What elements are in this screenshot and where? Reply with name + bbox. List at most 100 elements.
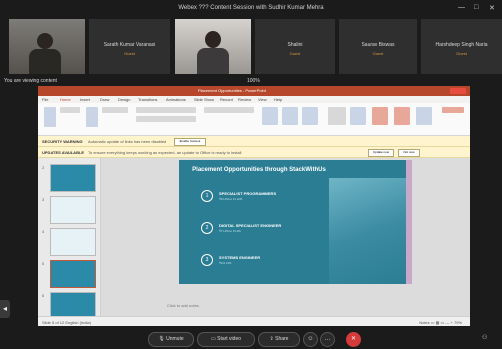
enable-content-button[interactable]: Enable Content <box>174 138 206 146</box>
share-label: Share <box>275 336 289 342</box>
paragraph-group[interactable] <box>204 107 254 113</box>
slide-thumbnails: 2 3 4 5 6 <box>38 158 101 320</box>
find-button[interactable] <box>328 107 346 125</box>
share-label: You are viewing content <box>4 78 57 84</box>
notice-text: Automatic update of links has been disab… <box>88 139 167 144</box>
tab-review[interactable]: Review <box>238 97 251 102</box>
side-panel-handle-icon[interactable]: ◂ <box>0 300 10 318</box>
tab-view[interactable]: View <box>258 97 267 102</box>
slide-count: Slide 5 of 12 English (India) <box>42 320 91 325</box>
tab-transitions[interactable]: Transitions <box>138 97 157 102</box>
meeting-title: Webex ??? Content Session with Sudhir Ku… <box>178 5 324 11</box>
font-group[interactable] <box>136 107 196 113</box>
tab-slide-show[interactable]: Slide Show <box>194 97 214 102</box>
reactions-icon[interactable]: ☺ <box>303 332 318 347</box>
ribbon-tabs: File Home Insert Draw Design Transitions… <box>38 96 470 103</box>
slide-thumbnail-selected[interactable]: 5 <box>42 260 96 288</box>
addins-button[interactable] <box>394 107 410 125</box>
option-sub: ₹9 LPA to 11 LPA <box>219 197 243 201</box>
slide-thumbnail[interactable]: 2 <box>42 164 96 192</box>
participant-role: Guest <box>456 51 467 56</box>
participant-name: Sarath Kumar Varanasi <box>103 42 156 48</box>
start-video-label: Start video <box>217 336 242 342</box>
notice-text: To ensure everything keeps working as ex… <box>88 150 242 155</box>
participant-name: Saurav Biswas <box>361 42 395 48</box>
slides-group[interactable] <box>102 107 128 113</box>
slide-thumbnail[interactable]: 3 <box>42 196 96 224</box>
dictate-button[interactable] <box>350 107 366 125</box>
ppt-title: Placement Opportunities - PowerPoint <box>198 88 266 93</box>
update-now-button[interactable]: Update now <box>368 149 394 157</box>
not-now-button[interactable]: Not now <box>398 149 420 157</box>
participant-name: Shalini <box>287 42 303 48</box>
option-sub: ₹3.6 LPA <box>219 261 232 265</box>
mic-icon: 🎙 <box>158 336 167 342</box>
font-format-group[interactable] <box>136 116 196 122</box>
share-button[interactable]: ⇪ Share <box>258 332 300 347</box>
tab-help[interactable]: Help <box>274 97 282 102</box>
record-button[interactable] <box>450 88 466 94</box>
participants-icon[interactable]: ⚇ <box>482 334 487 341</box>
close-button[interactable]: ✕ <box>489 4 495 12</box>
zoom-level[interactable]: 100% <box>247 78 260 84</box>
start-video-button[interactable]: ▭ Start video <box>197 332 255 347</box>
tab-file[interactable]: File <box>42 97 48 102</box>
tab-record[interactable]: Record <box>220 97 233 102</box>
slide-background-figure <box>329 178 412 284</box>
current-slide[interactable]: Placement Opportunities through StackWit… <box>179 160 412 284</box>
participant-role: Guest <box>124 51 135 56</box>
end-call-button[interactable]: ✕ <box>346 332 361 347</box>
participant-tile-1[interactable] <box>9 19 85 74</box>
shared-screen[interactable]: Placement Opportunities - PowerPoint Fil… <box>38 86 470 326</box>
participant-tile-4[interactable]: Shalini Guest <box>255 19 335 74</box>
security-warning-bar: SECURITY WARNING Automatic update of lin… <box>38 136 470 147</box>
notice-tag: SECURITY WARNING <box>42 139 83 144</box>
designer-button[interactable] <box>372 107 388 125</box>
meeting-controls: 🎙 Unmute ▭ Start video ⇪ Share ☺ … ✕ ⚇ <box>0 330 502 349</box>
notice-tag: UPDATES AVAILABLE <box>42 150 85 155</box>
tab-home[interactable]: Home <box>60 97 71 102</box>
new-slide-button[interactable] <box>86 107 98 127</box>
slide-editing-area: Placement Opportunities through StackWit… <box>101 158 470 316</box>
unmute-button[interactable]: 🎙 Unmute <box>148 332 194 347</box>
tab-draw[interactable]: Draw <box>100 97 109 102</box>
option-label: SPECIALIST PROGRAMMERS <box>219 191 277 196</box>
tab-insert[interactable]: Insert <box>80 97 90 102</box>
participant-tile-3[interactable] <box>175 19 251 74</box>
quick-styles-button[interactable] <box>302 107 318 125</box>
paste-button[interactable] <box>44 107 56 127</box>
option-number: 1 <box>201 190 213 202</box>
tab-design[interactable]: Design <box>118 97 130 102</box>
ppt-title-bar: Placement Opportunities - PowerPoint <box>38 86 470 96</box>
unmute-label: Unmute <box>166 336 184 342</box>
option-number: 3 <box>201 254 213 266</box>
view-controls[interactable]: Notes ▭ ▦ ▭ — + 79% <box>419 320 462 325</box>
clipboard-group[interactable] <box>60 107 80 113</box>
person-body <box>197 48 229 74</box>
ppt-status-bar: Slide 5 of 12 English (India) Notes ▭ ▦ … <box>38 316 470 326</box>
arrange-button[interactable] <box>282 107 298 125</box>
more-button[interactable]: … <box>320 332 335 347</box>
person-head <box>205 31 221 48</box>
updates-bar: UPDATES AVAILABLE To ensure everything k… <box>38 147 470 158</box>
copilot-button[interactable] <box>416 107 432 125</box>
minimize-button[interactable]: — <box>458 4 465 11</box>
option-label: SYSTEMS ENGINEER <box>219 255 261 260</box>
person-head <box>37 33 53 49</box>
participant-tile-2[interactable]: Sarath Kumar Varanasi Guest <box>89 19 170 74</box>
shapes-button[interactable] <box>262 107 278 125</box>
ribbon <box>38 103 470 136</box>
option-sub: ₹7 LPA to 9 LPA <box>219 229 241 233</box>
share-ppt-button[interactable] <box>442 107 464 113</box>
option-label: DIGITAL SPECIALIST ENGINEER <box>219 223 282 228</box>
participant-name: Harshdeep Singh Naria <box>435 42 488 48</box>
slide-title: Placement Opportunities through StackWit… <box>192 167 326 173</box>
slide-accent-strip <box>406 160 412 284</box>
slide-thumbnail[interactable]: 4 <box>42 228 96 256</box>
maximize-button[interactable]: □ <box>474 4 478 11</box>
person-body <box>29 49 61 74</box>
participant-tile-6[interactable]: Harshdeep Singh Naria Guest <box>421 19 502 74</box>
participant-tile-5[interactable]: Saurav Biswas Guest <box>339 19 417 74</box>
notes-pane[interactable]: Click to add notes <box>167 303 199 308</box>
tab-animations[interactable]: Animations <box>166 97 186 102</box>
